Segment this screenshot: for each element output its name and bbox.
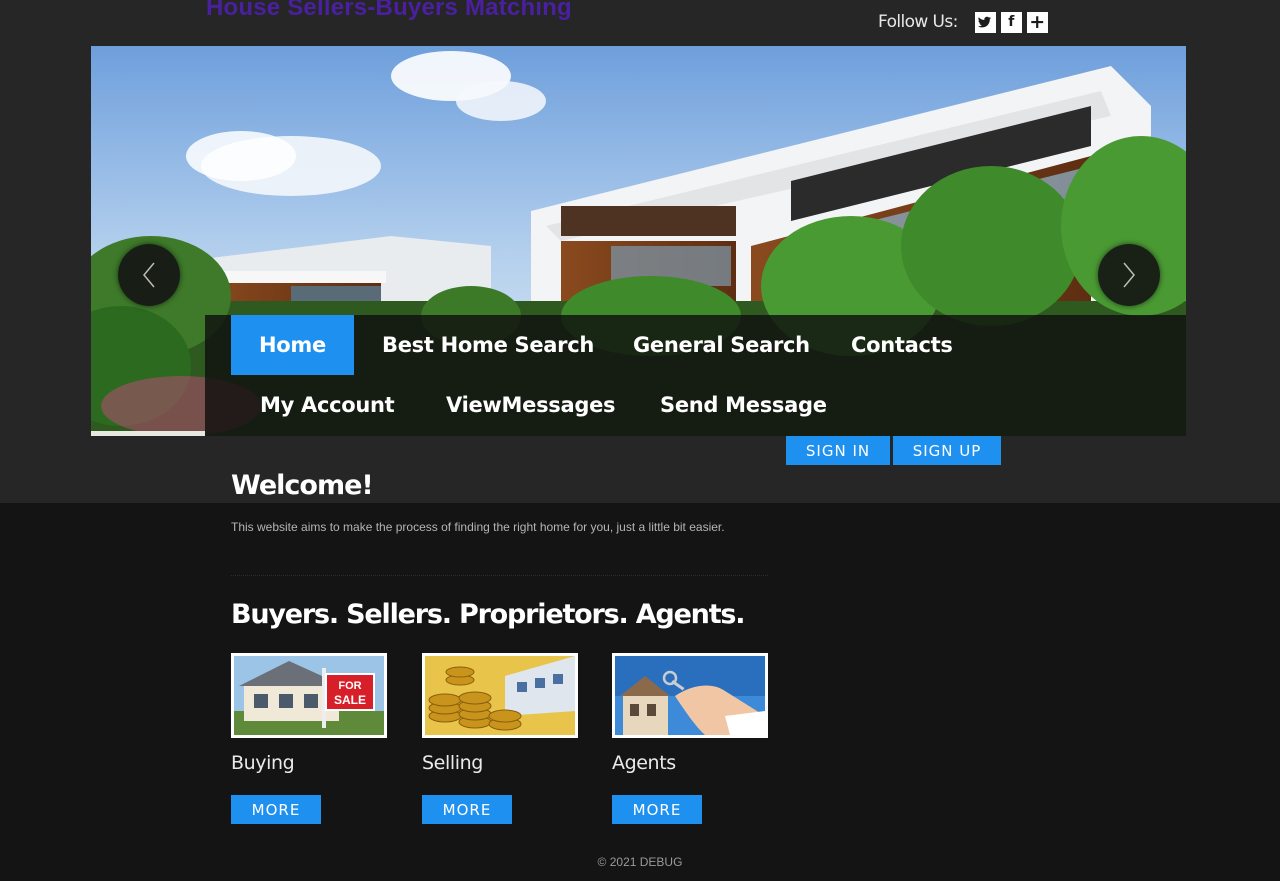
main-nav: Home Best Home Search General Search Con…	[205, 315, 1186, 436]
sign-in-button[interactable]: SIGN IN	[786, 436, 890, 465]
follow-us-label: Follow Us:	[878, 12, 958, 32]
nav-view-messages[interactable]: ViewMessages	[446, 375, 616, 435]
section-title: Buyers. Sellers. Proprietors. Agents.	[231, 599, 746, 630]
chevron-left-icon	[143, 262, 155, 288]
agents-image[interactable]	[612, 653, 768, 738]
intro-text: This website aims to make the process of…	[231, 520, 725, 534]
footer-copyright: © 2021 DEBUG	[597, 855, 683, 869]
facebook-icon[interactable]: f	[1000, 11, 1022, 33]
svg-text:FOR: FOR	[338, 680, 361, 692]
nav-best-home-search[interactable]: Best Home Search	[382, 315, 594, 375]
plus-icon[interactable]: +	[1026, 11, 1048, 33]
selling-label: Selling	[422, 752, 483, 774]
sign-up-button[interactable]: SIGN UP	[893, 436, 1001, 465]
buying-more-button[interactable]: MORE	[231, 795, 321, 824]
chevron-right-icon	[1123, 262, 1135, 288]
nav-home[interactable]: Home	[231, 315, 354, 375]
site-title: House Sellers-Buyers Matching	[206, 0, 572, 21]
agents-more-button[interactable]: MORE	[612, 795, 702, 824]
slider-prev-button[interactable]	[118, 244, 180, 306]
selling-more-button[interactable]: MORE	[422, 795, 512, 824]
section-divider	[231, 575, 768, 576]
nav-my-account[interactable]: My Account	[260, 375, 395, 435]
nav-send-message[interactable]: Send Message	[660, 375, 827, 435]
follow-us: Follow Us: f +	[878, 11, 1053, 33]
twitter-icon[interactable]	[974, 11, 996, 33]
selling-image[interactable]	[422, 653, 578, 738]
slider-next-button[interactable]	[1098, 244, 1160, 306]
svg-text:SALE: SALE	[334, 693, 366, 707]
buying-image[interactable]: FOR SALE	[231, 653, 387, 738]
agents-label: Agents	[612, 752, 676, 774]
nav-general-search[interactable]: General Search	[633, 315, 810, 375]
welcome-title: Welcome!	[231, 470, 374, 501]
nav-contacts[interactable]: Contacts	[851, 315, 953, 375]
buying-label: Buying	[231, 752, 295, 774]
